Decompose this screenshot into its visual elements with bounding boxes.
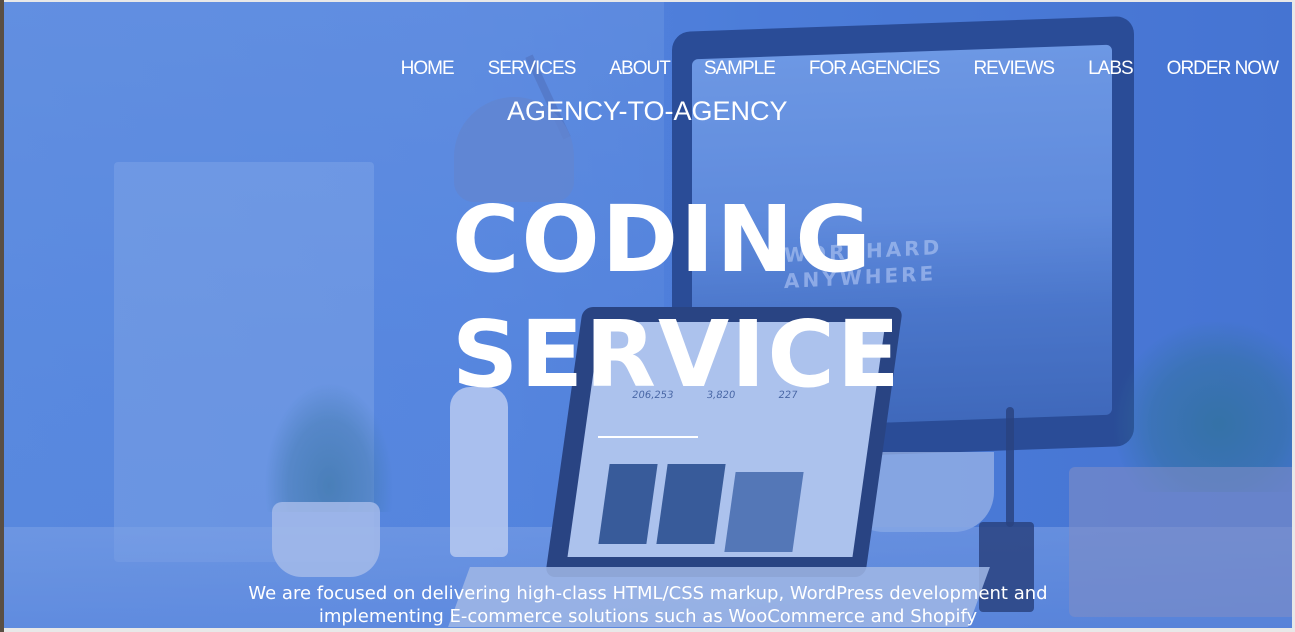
- hero-tagline-line-1: We are focused on delivering high-class …: [248, 583, 1048, 604]
- nav-item-about[interactable]: ABOUT: [609, 58, 670, 80]
- hero-eyebrow: AGENCY-TO-AGENCY: [507, 96, 788, 126]
- hero-title-line-2: SERVICE: [452, 301, 902, 408]
- hero-section: WORKHARD ANYWHERE 206,253 3,820 227 HOME…: [4, 2, 1292, 628]
- page-frame: WORKHARD ANYWHERE 206,253 3,820 227 HOME…: [0, 0, 1295, 632]
- hero-tagline: We are focused on delivering high-class …: [144, 582, 1152, 628]
- nav-item-reviews[interactable]: REVIEWS: [973, 58, 1055, 80]
- nav-item-labs[interactable]: LABS: [1088, 58, 1134, 80]
- nav-item-for-agencies[interactable]: FOR AGENCIES: [809, 58, 941, 80]
- title-divider: [598, 436, 698, 438]
- hero-title-line-1: CODING: [452, 186, 873, 293]
- hero-tagline-line-2: implementing E-commerce solutions such a…: [318, 606, 978, 627]
- nav-item-sample[interactable]: SAMPLE: [704, 58, 776, 80]
- nav-item-order-now[interactable]: ORDER NOW: [1167, 58, 1279, 80]
- nav-menu: HOME SERVICES ABOUT SAMPLE FOR AGENCIES …: [367, 58, 1279, 80]
- nav-item-home[interactable]: HOME: [401, 58, 455, 80]
- nav-item-services[interactable]: SERVICES: [488, 58, 577, 80]
- hero-title: CODING SERVICE: [452, 182, 902, 412]
